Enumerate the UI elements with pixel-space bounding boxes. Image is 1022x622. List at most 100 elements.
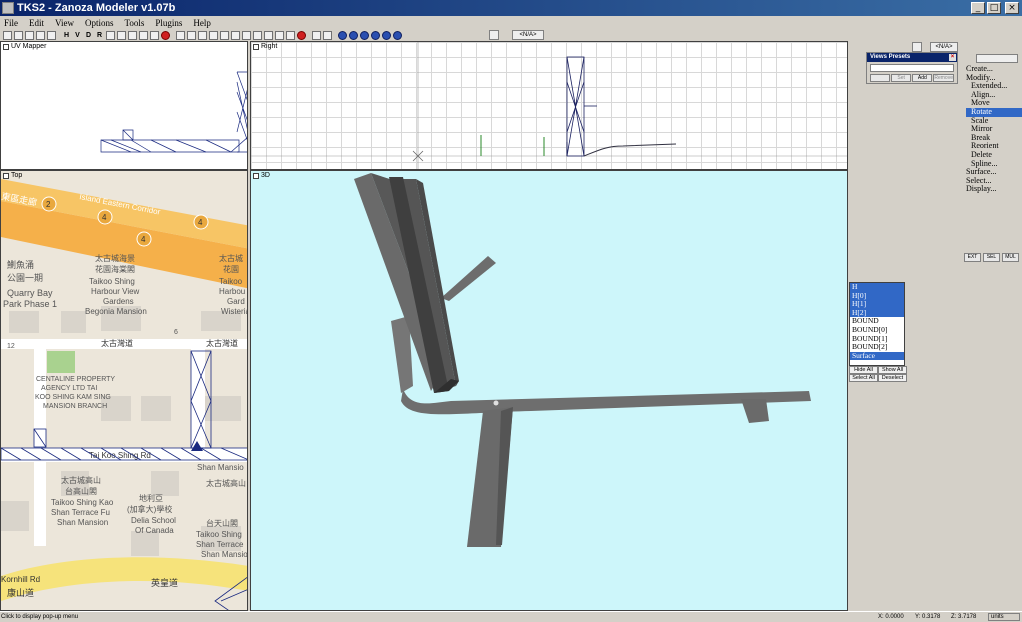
hand-icon[interactable] — [187, 30, 196, 40]
circle-select-icon[interactable] — [323, 30, 332, 40]
panel-na-dropdown[interactable]: <N/A> — [930, 42, 958, 52]
presets-set-button[interactable]: Set — [891, 74, 912, 82]
terrace-cn2: 台高山閣 — [65, 486, 97, 496]
box-icon[interactable] — [139, 30, 148, 40]
presets-add-button[interactable]: Add — [912, 74, 933, 82]
toolbar-na-dropdown[interactable]: <N/A> — [512, 30, 544, 40]
right-viewport[interactable]: Right — [250, 41, 848, 170]
rect-select-icon[interactable] — [312, 30, 321, 40]
link-icon[interactable] — [275, 30, 284, 40]
menu-help[interactable]: Help — [193, 18, 211, 28]
layer-list[interactable]: H H[0] H[1] H[2] BOUND BOUND[0] BOUND[1] BOUND[… — [849, 282, 905, 366]
shan-mansio-label: Shan Mansio — [197, 463, 244, 472]
deselect-button[interactable]: Deselect — [878, 374, 907, 382]
record-icon[interactable] — [161, 30, 170, 40]
copy-icon[interactable] — [198, 30, 207, 40]
viewport-menu-icon[interactable] — [253, 43, 259, 50]
hv-right-cn1: 太古城 — [219, 253, 243, 263]
axis-icon[interactable] — [242, 30, 251, 40]
view-r-button[interactable]: R — [95, 31, 104, 40]
hv-en2: Harbour View — [91, 287, 140, 296]
maximize-button[interactable]: □ — [987, 2, 1001, 14]
menu-edit[interactable]: Edit — [29, 18, 44, 28]
modify-menu-item[interactable]: Display... — [966, 185, 1022, 194]
top-viewport[interactable]: Top 2 4 4 4 Island Eastern Corridor 東區走廊… — [0, 170, 248, 611]
cube-icon[interactable] — [117, 30, 126, 40]
presets-swatch-button[interactable] — [870, 74, 891, 82]
quarry-en1: Quarry Bay — [7, 288, 53, 298]
viewport-menu-icon[interactable] — [3, 43, 9, 50]
sphere-icon[interactable] — [338, 30, 347, 40]
disc-icon[interactable] — [393, 30, 402, 40]
menu-file[interactable]: File — [4, 18, 18, 28]
paste-icon[interactable] — [209, 30, 218, 40]
right-cn1: 太古城高山 — [206, 478, 246, 488]
viewport-menu-icon[interactable] — [3, 172, 9, 179]
new-file-icon[interactable] — [3, 30, 12, 40]
grid-icon[interactable] — [231, 30, 240, 40]
menu-options[interactable]: Options — [85, 18, 114, 28]
panel-swatch[interactable] — [912, 42, 922, 52]
status-units[interactable]: units — [988, 613, 1020, 621]
app-window: TKS2 - Zanoza Modeler v1.07b _ □ × File … — [0, 0, 1022, 622]
centaline-4: MANSION BRANCH — [43, 403, 107, 410]
quarry-cn1: 鰂魚涌 — [7, 259, 34, 270]
select-all-button[interactable]: Select All — [849, 374, 878, 382]
right-cn2: 台天山閣 — [206, 518, 238, 528]
minimize-button[interactable]: _ — [971, 2, 985, 14]
select-tool-icon[interactable] — [106, 30, 115, 40]
route-4-label: 4 — [102, 213, 107, 222]
app-icon — [2, 2, 14, 14]
toolbar-swatch[interactable] — [489, 30, 499, 40]
panel-spline-swatch[interactable] — [976, 54, 1018, 63]
menu-view[interactable]: View — [55, 18, 74, 28]
mode-sel-button[interactable]: SEL — [983, 253, 1000, 262]
menu-plugins[interactable]: Plugins — [155, 18, 182, 28]
menu-bar: File Edit View Options Tools Plugins Hel… — [0, 16, 1022, 29]
close-icon[interactable]: × — [949, 54, 956, 61]
right-view-drawing — [251, 42, 847, 169]
print-icon[interactable] — [36, 30, 45, 40]
cube-alt-icon[interactable] — [128, 30, 137, 40]
cone-icon[interactable] — [371, 30, 380, 40]
mode-ext-button[interactable]: EXT — [964, 253, 981, 262]
hide-all-button[interactable]: Hide All — [849, 366, 878, 374]
transform-icon[interactable] — [286, 30, 295, 40]
view-d-button[interactable]: D — [84, 31, 93, 40]
zoom-icon[interactable] — [176, 30, 185, 40]
hv-en4: Begonia Mansion — [85, 307, 147, 316]
stop-icon[interactable] — [297, 30, 306, 40]
torus-icon[interactable] — [382, 30, 391, 40]
centaline-1: CENTALINE PROPERTY — [36, 376, 115, 383]
save-file-icon[interactable] — [25, 30, 34, 40]
snap-icon[interactable] — [253, 30, 262, 40]
sphere-shaded-icon[interactable] — [349, 30, 358, 40]
menu-tools[interactable]: Tools — [125, 18, 145, 28]
cylinder-icon[interactable] — [360, 30, 369, 40]
open-file-icon[interactable] — [14, 30, 23, 40]
layer-list-item[interactable]: Surface — [850, 351, 904, 361]
toolbar: H V D R — [0, 29, 1022, 41]
close-button[interactable]: × — [1005, 2, 1019, 14]
box-alt-icon[interactable] — [150, 30, 159, 40]
uv-mesh-drawing — [100, 71, 247, 153]
frame-icon[interactable] — [220, 30, 229, 40]
kornhill-en-label: Kornhill Rd — [1, 575, 40, 584]
mode-mul-button[interactable]: MUL — [1002, 253, 1019, 262]
view-h-button[interactable]: H — [62, 31, 71, 40]
presets-remove-button[interactable]: Remove — [933, 74, 954, 82]
window-title: TKS2 - Zanoza Modeler v1.07b — [17, 2, 176, 14]
presets-slider[interactable] — [870, 64, 954, 72]
quarry-cn2: 公園一期 — [7, 273, 43, 283]
route-4b-label: 4 — [141, 235, 146, 244]
3d-scene — [354, 173, 811, 547]
terrace-en1: Taikoo Shing Kao — [51, 498, 114, 507]
undo-icon[interactable] — [47, 30, 56, 40]
split-icon[interactable] — [264, 30, 273, 40]
map-background: 2 4 4 4 Island Eastern Corridor 東區走廊 12 … — [1, 171, 247, 610]
uv-mapper-viewport[interactable]: UV Mapper — [0, 41, 248, 170]
view-v-button[interactable]: V — [73, 31, 82, 40]
show-all-button[interactable]: Show All — [878, 366, 907, 374]
viewport-menu-icon[interactable] — [253, 172, 259, 179]
3d-viewport[interactable]: 3D — [250, 170, 848, 611]
